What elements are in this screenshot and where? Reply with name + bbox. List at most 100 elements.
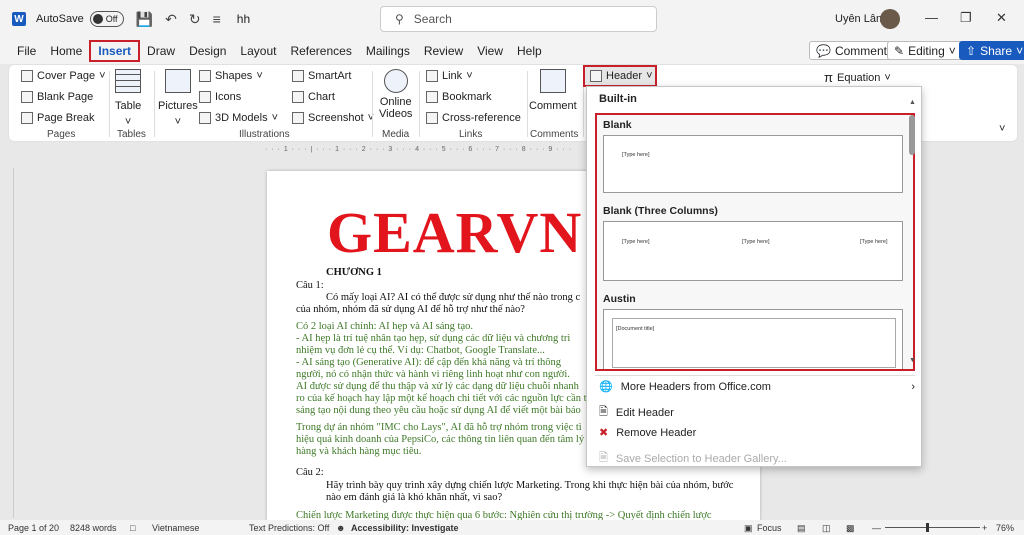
title-bar: W AutoSave Off 💾 ↶ ↻ ≡ hh ⚲ Search Uyên L… [0,0,1024,38]
customize-icon[interactable]: ≡ [213,11,221,27]
redo-icon[interactable]: ↻ [189,11,201,28]
tab-draw[interactable]: Draw [140,40,182,62]
3d-models-label: 3D Models [215,112,268,124]
blank-page-button[interactable]: Blank Page [21,91,93,103]
doc-line: Có mấy loại AI? AI có thể được sử dụng n… [326,292,581,303]
gallery-item-austin[interactable]: [Document title] [603,309,903,369]
print-layout-icon[interactable]: ◫ [822,523,831,534]
read-mode-icon[interactable]: ▤ [797,523,806,534]
doc-line: hiệu quả kinh doanh của PepsiCo, các thô… [296,434,585,445]
tab-home[interactable]: Home [43,40,89,62]
shapes-button[interactable]: Shapes ˅ [199,70,263,82]
cross-reference-label: Cross-reference [442,112,521,124]
remove-header-label: Remove Header [616,426,697,439]
screenshot-button[interactable]: Screenshot ˅ [292,112,374,124]
zoom-in-icon[interactable]: + [982,523,987,533]
group-label-comments: Comments [530,129,579,140]
tab-design[interactable]: Design [182,40,233,62]
save-to-gallery-label: Save Selection to Header Gallery... [615,452,787,465]
comment-button[interactable]: Comment [529,69,577,112]
page-break-button[interactable]: Page Break [21,112,94,124]
tab-mailings[interactable]: Mailings [359,40,417,62]
web-layout-icon[interactable]: ▩ [846,523,855,534]
table-button[interactable]: Table ˅ [115,69,141,128]
undo-icon[interactable]: ↶ [165,11,177,28]
autosave-toggle[interactable]: Off [89,11,124,27]
icons-button[interactable]: Icons [199,91,241,103]
header-dropdown: Built-in Blank [Type here] Blank (Three … [586,86,922,467]
placeholder-text: [Type here] [622,239,650,245]
remove-header-icon: ✖ [599,427,609,439]
save-icon[interactable]: 💾 [136,11,153,28]
cross-reference-button[interactable]: Cross-reference [426,112,521,124]
zoom-out-icon[interactable]: — [872,523,881,533]
language[interactable]: Vietnamese [152,523,199,533]
accessibility-status[interactable]: Accessibility: Investigate [351,523,459,533]
doc-line: hàng và khách hàng mục tiêu. [296,446,422,457]
bookmark-button[interactable]: Bookmark [426,91,492,103]
search-box[interactable]: ⚲ Search [380,6,657,32]
share-button[interactable]: ⇧ Share ˅ [959,41,1024,60]
page-count[interactable]: Page 1 of 20 [8,523,59,533]
smartart-button[interactable]: SmartArt [292,70,351,82]
group-divider [109,71,110,137]
word-count[interactable]: 8248 words [70,523,117,533]
remove-header-item[interactable]: ✖ Remove Header [599,426,697,440]
tab-review[interactable]: Review [417,40,470,62]
cover-page-button[interactable]: Cover Page ˅ [21,70,106,82]
collapse-ribbon-icon[interactable]: ˅ [999,123,1005,135]
gallery-item-blank-three-columns[interactable]: [Type here] [Type here] [Type here] [603,221,903,281]
scroll-down-icon[interactable]: ▼ [909,357,916,364]
focus-button[interactable]: Focus [757,523,782,533]
gallery-item-blank[interactable]: [Type here] [603,135,903,193]
avatar[interactable] [880,9,900,29]
restore-icon[interactable]: ❐ [960,10,972,26]
doc-line: AI được sử dụng để thu thập và xử lý các… [296,381,579,392]
3d-models-button[interactable]: 3D Models ˅ [199,112,278,124]
pictures-button[interactable]: Pictures ˅ [158,69,198,128]
editing-button[interactable]: ✎ Editing ˅ [887,41,963,60]
text-predictions[interactable]: Text Predictions: Off [249,523,329,533]
doc-line: nhiệm vụ đơn lẻ cụ thể. Ví dụ: Chatbot, … [296,345,545,356]
language-icon: □ [130,523,136,533]
chevron-down-icon: ˅ [271,112,279,124]
more-headers-item[interactable]: 🌐 More Headers from Office.com › [599,380,915,394]
page-break-label: Page Break [37,112,95,124]
edit-header-label: Edit Header [615,406,674,419]
link-button[interactable]: Link ˅ [426,70,473,82]
scroll-up-icon[interactable]: ▲ [909,99,916,106]
doc-line: Có 2 loại AI chính: AI hẹp và AI sáng tạ… [296,321,474,332]
zoom-slider[interactable] [885,527,980,528]
document-name[interactable]: hh [237,12,250,26]
tab-references[interactable]: References [283,40,358,62]
tab-file[interactable]: File [10,40,43,62]
focus-icon: ▣ [744,523,753,533]
edit-header-item[interactable]: 🗎 Edit Header [599,403,674,422]
online-videos-button[interactable]: Online Videos [379,69,412,120]
horizontal-ruler[interactable]: · · · 1 · · · | · · · 1 · · · 2 · · · 3 … [265,146,585,156]
header-button[interactable]: Header ˅ [583,65,657,87]
gallery-item-label: Austin [603,293,636,305]
tab-view[interactable]: View [470,40,510,62]
scroll-thumb[interactable] [909,115,915,155]
chart-button[interactable]: Chart [292,91,335,103]
tab-insert[interactable]: Insert [89,40,141,62]
save-to-gallery-item[interactable]: 🗎 Save Selection to Header Gallery... [599,449,787,468]
user-name[interactable]: Uyên Lâm [835,13,885,25]
minimize-icon[interactable]: — [925,10,938,25]
share-label: Share [980,43,1013,58]
gallery-scrollbar[interactable]: ▲ ▼ [909,99,916,367]
doc-line: sáng tạo nội dung theo yêu cầu hoặc sử d… [296,405,581,416]
tab-layout[interactable]: Layout [233,40,283,62]
equation-button[interactable]: π Equation ˅ [824,70,891,85]
zoom-slider-thumb[interactable] [926,523,929,532]
autosave-label: AutoSave [36,13,84,25]
placeholder-text: [Type here] [860,239,888,245]
vertical-ruler[interactable] [4,168,14,518]
chevron-down-icon: ˅ [646,70,653,82]
close-icon[interactable]: ✕ [996,10,1007,26]
tab-help[interactable]: Help [510,40,549,62]
zoom-level[interactable]: 76% [996,523,1014,533]
page-break-icon [21,112,33,124]
chevron-down-icon: ˅ [884,71,891,84]
